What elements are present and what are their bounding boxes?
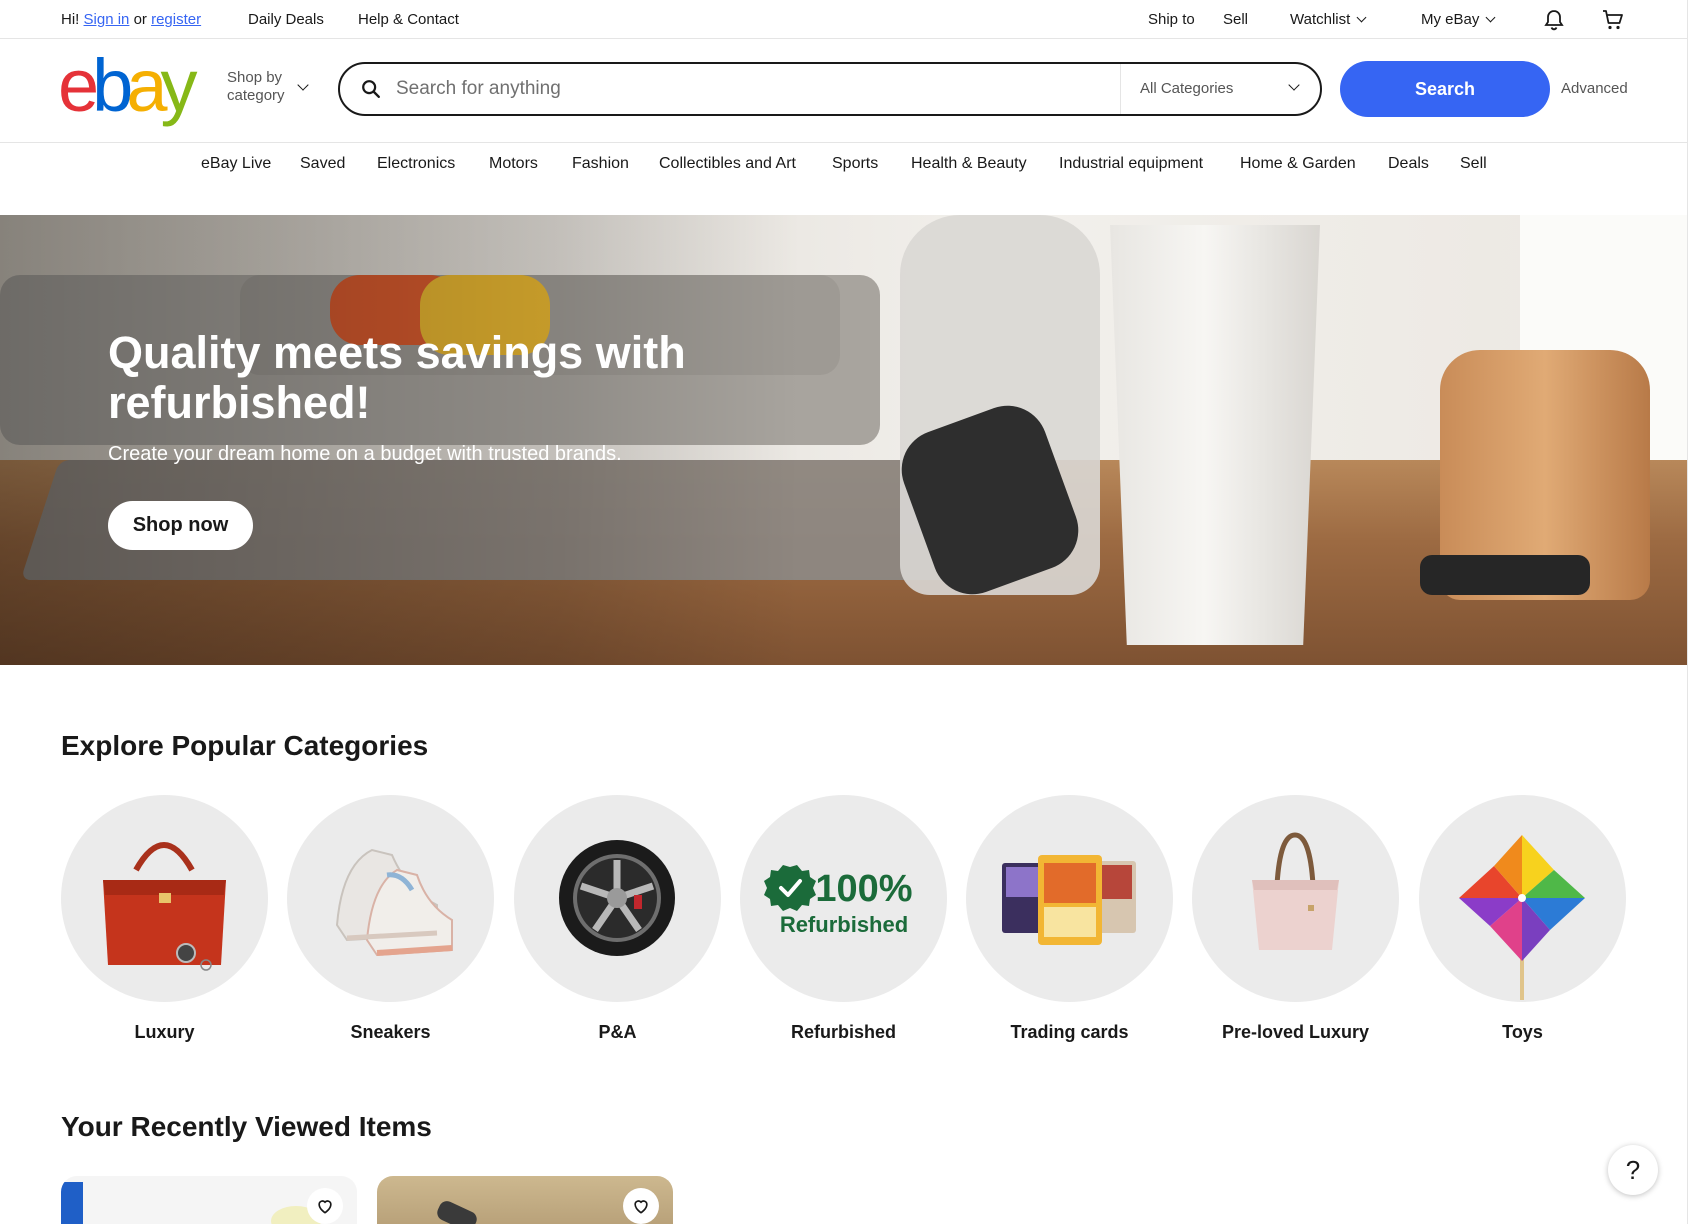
category-label: Toys [1502, 1022, 1543, 1042]
hero-image-planter [1110, 225, 1320, 645]
heart-icon [634, 1200, 648, 1214]
hero-subtitle: Create your dream home on a budget with … [108, 443, 622, 465]
handbag-icon [103, 842, 226, 971]
chevron-down-icon [1356, 12, 1367, 23]
tote-bag-icon [1252, 832, 1339, 950]
nav-item-health-beauty[interactable]: Health & Beauty [911, 155, 1027, 173]
hero-banner[interactable]: Quality meets savings with refurbished! … [0, 215, 1688, 665]
category-card-pre-loved-luxury[interactable]: Pre-loved Luxury [1192, 795, 1399, 1043]
greeting-text: Hi! [61, 11, 80, 28]
search-bar: All Categories [338, 62, 1322, 116]
category-label: Refurbished [790, 1022, 896, 1042]
sneaker-icon [335, 848, 453, 957]
ebay-logo[interactable]: ebay [58, 49, 197, 123]
my-ebay-menu[interactable]: My eBay [1421, 11, 1496, 28]
category-card-sneakers[interactable]: Sneakers [287, 795, 494, 1043]
main-header: ebay Shop by category All Categories Sea… [0, 39, 1688, 143]
watch-heart-button[interactable] [307, 1188, 343, 1224]
search-button[interactable]: Search [1340, 61, 1550, 117]
category-image [966, 795, 1173, 1002]
logo-letter-y: y [160, 44, 197, 127]
heart-icon [318, 1200, 332, 1214]
nav-item-ebay-live[interactable]: eBay Live [201, 155, 271, 173]
logo-letter-e: e [58, 44, 99, 127]
or-text: or [133, 11, 147, 28]
recently-viewed-title: Your Recently Viewed Items [61, 1111, 432, 1142]
my-ebay-label: My eBay [1421, 11, 1480, 28]
advanced-search-link[interactable]: Advanced [1561, 80, 1628, 97]
ship-to-button[interactable]: Ship to [1148, 11, 1195, 28]
nav-item-saved[interactable]: Saved [300, 155, 345, 173]
hero-image-vacuum-head [1420, 555, 1590, 595]
category-image: 100% Refurbished [740, 795, 947, 1002]
nav-item-home-garden[interactable]: Home & Garden [1240, 155, 1356, 173]
refurbished-badge-word: Refurbished [780, 912, 908, 937]
nav-item-sports[interactable]: Sports [832, 155, 878, 173]
bell-icon[interactable] [1542, 8, 1566, 32]
sell-link[interactable]: Sell [1223, 11, 1248, 28]
category-card-refurbished[interactable]: 100% Refurbished Refurbished [740, 795, 947, 1043]
refurbished-badge-icon: 100% Refurbished [764, 865, 913, 937]
category-nav: eBay Live Saved Electronics Motors Fashi… [0, 143, 1688, 215]
category-image [1419, 795, 1626, 1002]
chevron-down-icon [1288, 79, 1300, 91]
trading-cards-icon [1002, 855, 1136, 945]
recent-item-thumbnail [434, 1198, 480, 1224]
recent-item-card[interactable] [377, 1176, 673, 1224]
hero-text-shade [0, 215, 800, 665]
category-image [61, 795, 268, 1002]
chevron-down-icon [1485, 12, 1496, 23]
category-image [1192, 795, 1399, 1002]
wheel-icon [559, 840, 675, 956]
category-label: Sneakers [350, 1022, 431, 1042]
nav-item-electronics[interactable]: Electronics [377, 155, 455, 173]
category-label: Trading cards [1010, 1022, 1129, 1042]
daily-deals-link[interactable]: Daily Deals [248, 11, 324, 28]
search-input[interactable] [396, 67, 1096, 111]
category-select-value: All Categories [1140, 80, 1234, 97]
recent-item-card[interactable] [61, 1176, 357, 1224]
logo-letter-a: a [126, 44, 167, 127]
watchlist-label: Watchlist [1290, 11, 1351, 28]
popular-categories-title: Explore Popular Categories [61, 730, 429, 761]
category-card-parts-accessories[interactable]: P&A [514, 795, 721, 1043]
help-button[interactable]: ? [1608, 1145, 1658, 1195]
hero-title: Quality meets savings with refurbished! [108, 327, 686, 428]
logo-letter-b: b [92, 44, 133, 127]
category-image [287, 795, 494, 1002]
shop-by-category-button[interactable]: Shop by category [227, 69, 307, 105]
watchlist-menu[interactable]: Watchlist [1290, 11, 1367, 28]
category-card-trading-cards[interactable]: Trading cards [966, 795, 1173, 1043]
greeting: Hi! Sign in or register [61, 11, 201, 28]
category-label: P&A [598, 1022, 637, 1042]
nav-item-deals[interactable]: Deals [1388, 155, 1429, 173]
top-utility-bar: Hi! Sign in or register Daily Deals Help… [0, 0, 1688, 39]
watch-heart-button[interactable] [623, 1188, 659, 1224]
nav-item-collectibles-art[interactable]: Collectibles and Art [659, 155, 796, 173]
search-icon [362, 80, 380, 98]
category-card-luxury[interactable]: Luxury [61, 795, 268, 1043]
sign-in-link[interactable]: Sign in [84, 11, 130, 28]
nav-item-sell[interactable]: Sell [1460, 155, 1487, 173]
register-link[interactable]: register [151, 11, 201, 28]
shop-now-button[interactable]: Shop now [108, 501, 253, 550]
category-label: Luxury [134, 1022, 195, 1042]
category-label: Pre-loved Luxury [1221, 1022, 1370, 1042]
nav-item-fashion[interactable]: Fashion [572, 155, 629, 173]
pinwheel-icon [1459, 835, 1585, 1000]
category-card-toys[interactable]: Toys [1419, 795, 1626, 1043]
refurbished-badge-percent: 100% [815, 868, 912, 910]
category-select[interactable]: All Categories [1120, 64, 1322, 114]
nav-item-industrial-equipment[interactable]: Industrial equipment [1059, 155, 1203, 173]
cart-icon[interactable] [1601, 8, 1625, 32]
recent-item-thumbnail [61, 1182, 83, 1224]
nav-item-motors[interactable]: Motors [489, 155, 538, 173]
category-image [514, 795, 721, 1002]
help-contact-link[interactable]: Help & Contact [358, 11, 459, 28]
